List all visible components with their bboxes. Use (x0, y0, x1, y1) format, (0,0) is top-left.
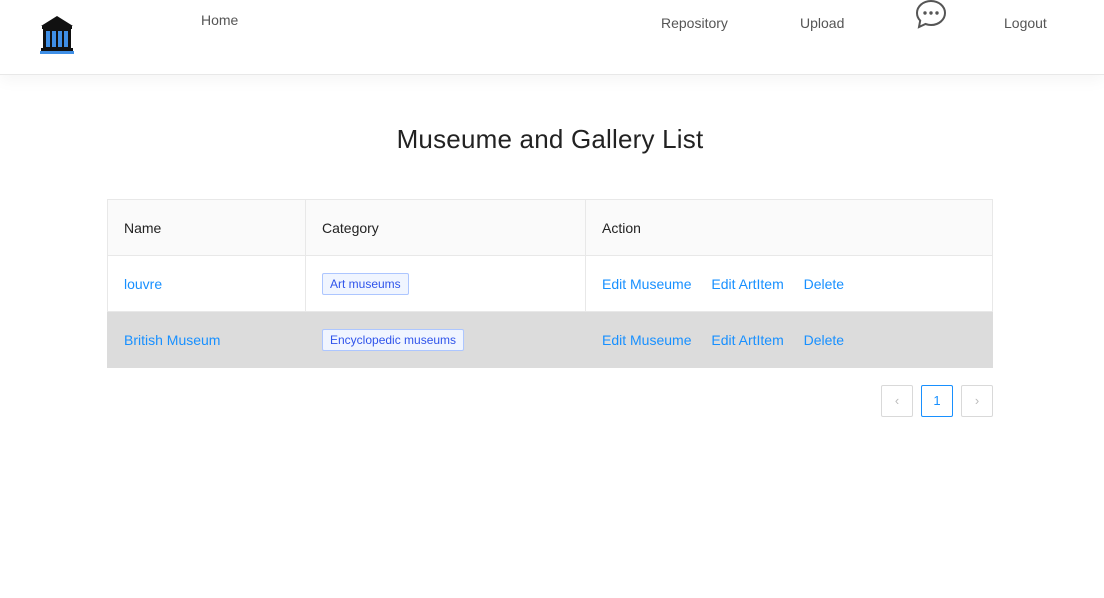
museum-name-link[interactable]: British Museum (124, 332, 220, 348)
cell-name: louvre (107, 255, 306, 312)
nav-upload[interactable]: Upload (800, 15, 844, 31)
column-header-name: Name (107, 199, 306, 256)
edit-museum-link[interactable]: Edit Museume (602, 332, 691, 348)
pagination-page-1[interactable]: 1 (921, 385, 953, 417)
nav-home[interactable]: Home (201, 12, 238, 28)
museum-name-link[interactable]: louvre (124, 276, 162, 292)
edit-museum-link[interactable]: Edit Museume (602, 276, 691, 292)
cell-category: Encyclopedic museums (305, 311, 586, 368)
table-row: louvre Art museums Edit Museume Edit Art… (107, 255, 993, 312)
cell-category: Art museums (305, 255, 586, 312)
table-row: British Museum Encyclopedic museums Edit… (107, 311, 993, 368)
top-navbar: Home Repository Upload Logout (0, 0, 1104, 75)
category-tag: Encyclopedic museums (322, 328, 465, 351)
cell-actions: Edit Museume Edit ArtItem Delete (585, 255, 993, 312)
cell-actions: Edit Museume Edit ArtItem Delete (585, 311, 993, 368)
edit-artitem-link[interactable]: Edit ArtItem (711, 276, 783, 292)
edit-artitem-link[interactable]: Edit ArtItem (711, 332, 783, 348)
cell-name: British Museum (107, 311, 306, 368)
nav-logout[interactable]: Logout (1004, 15, 1047, 31)
column-header-action: Action (585, 199, 993, 256)
museum-table: Name Category Action louvre Art museums … (107, 199, 993, 368)
column-header-category: Category (305, 199, 586, 256)
chat-bubble-icon[interactable] (915, 0, 947, 30)
delete-link[interactable]: Delete (804, 276, 844, 292)
delete-link[interactable]: Delete (804, 332, 844, 348)
category-tag: Art museums (322, 272, 409, 295)
page-title: Museume and Gallery List (396, 124, 704, 154)
nav-repository[interactable]: Repository (661, 15, 728, 31)
table-header-row: Name Category Action (107, 199, 993, 256)
pagination-next-button[interactable]: › (961, 385, 993, 417)
pagination-prev-button[interactable]: ‹ (881, 385, 913, 417)
museum-building-icon[interactable] (39, 15, 75, 55)
